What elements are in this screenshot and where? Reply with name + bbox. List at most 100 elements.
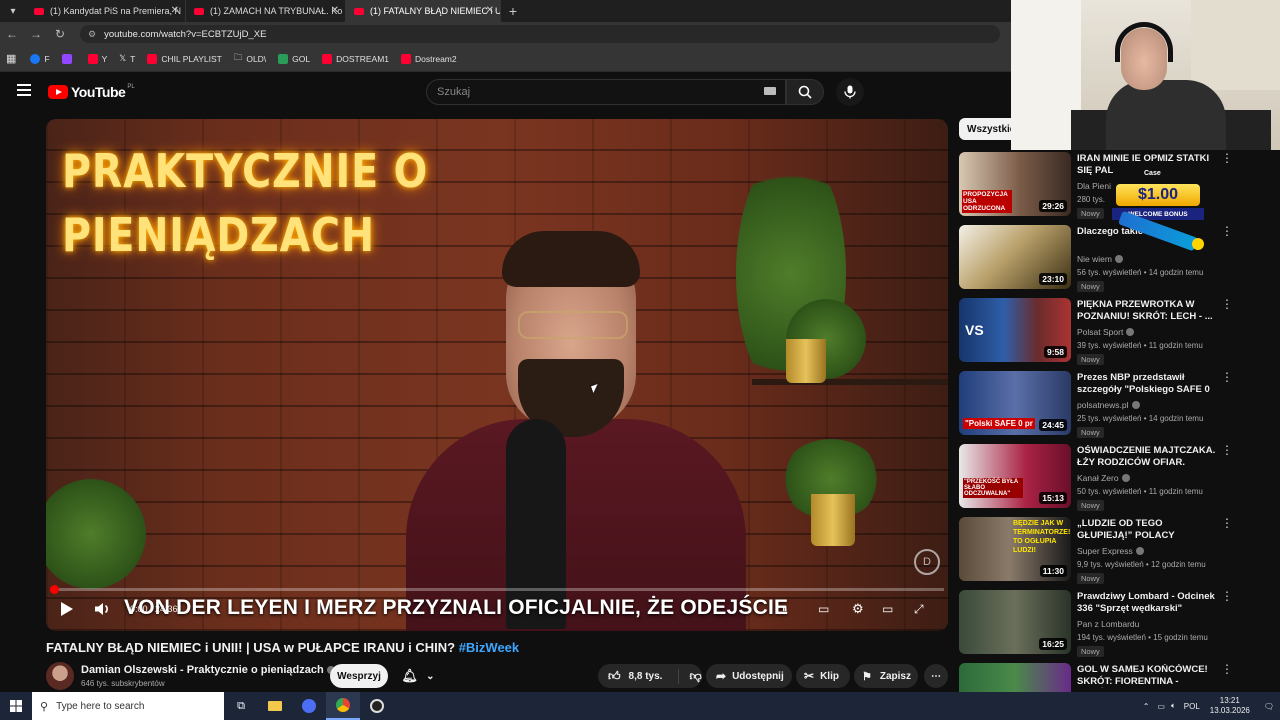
- file-explorer-icon[interactable]: [258, 701, 292, 711]
- tab-close-icon[interactable]: ✕: [486, 5, 494, 16]
- bookmark-dostream2[interactable]: Dostream2: [401, 53, 457, 64]
- video-thumbnail[interactable]: 23:10: [959, 225, 1071, 289]
- clock[interactable]: 13:21 13.03.2026: [1210, 696, 1250, 716]
- video-thumbnail[interactable]: "Polski SAFE 0 pr 24:45: [959, 371, 1071, 435]
- bookmark-dostream1[interactable]: DOSTREAM1: [322, 53, 389, 64]
- play-button[interactable]: [60, 600, 74, 618]
- subtitles-button[interactable]: ▭: [818, 600, 829, 618]
- channel-avatar[interactable]: [46, 662, 74, 690]
- keyboard-icon[interactable]: [764, 87, 776, 95]
- fullscreen-button[interactable]: ⤢: [914, 600, 924, 618]
- obs-icon[interactable]: [360, 699, 394, 713]
- apps-grid-icon[interactable]: ▦: [6, 52, 16, 65]
- channel-name[interactable]: Pan z Lombardu: [1077, 619, 1139, 629]
- bookmark-gol[interactable]: GOL: [278, 53, 310, 64]
- volume-button[interactable]: [94, 600, 112, 618]
- channel-name[interactable]: Dla Pieni: [1077, 181, 1111, 191]
- bookmark-folder-old[interactable]: 🗀 OLD\: [234, 52, 266, 66]
- search-input[interactable]: Szukaj: [426, 79, 786, 105]
- menu-icon[interactable]: [17, 84, 31, 96]
- video-thumbnail[interactable]: [959, 663, 1071, 692]
- bookmark-facebook[interactable]: F: [30, 53, 50, 64]
- save-button[interactable]: ⚑ Zapisz: [854, 664, 918, 688]
- video-thumbnail[interactable]: 16:25: [959, 590, 1071, 654]
- video-title[interactable]: OŚWIADCZENIE MAJTCZAKA. ŁŻY RODZICÓW OFI…: [1077, 445, 1217, 469]
- recommended-video[interactable]: 16:25 Prawdziwy Lombard - Odcinek 336 "S…: [959, 590, 1279, 658]
- chrome-icon[interactable]: [326, 692, 360, 720]
- video-thumbnail[interactable]: "PRZEKOŚĆ BYŁA SŁABO ODCZUWALNA" 15:13: [959, 444, 1071, 508]
- video-title[interactable]: PIĘKNA PRZEWROTKA W POZNANIU! SKRÓT: LEC…: [1077, 299, 1217, 323]
- recommended-video[interactable]: GOL W SAMEJ KOŃCÓWCE! SKRÓT: FIORENTINA …: [959, 663, 1279, 692]
- folder-icon: 🗀: [233, 51, 243, 62]
- new-tab-button[interactable]: +: [501, 3, 525, 19]
- start-button[interactable]: [0, 700, 32, 712]
- notifications-icon[interactable]: 🗨︎: [1264, 702, 1274, 711]
- casino-ad-overlay[interactable]: Case $1.00 WELCOME BONUS: [1108, 158, 1208, 258]
- bookmark-chil-playlist[interactable]: CHIL PLAYLIST: [147, 53, 222, 64]
- more-vert-icon[interactable]: ⋮: [1221, 663, 1233, 675]
- share-button[interactable]: ➦ Udostępnij: [706, 664, 792, 688]
- site-info-icon[interactable]: ⚙: [88, 29, 96, 40]
- channel-name[interactable]: Super Express: [1077, 546, 1144, 556]
- recommended-video[interactable]: "PRZEKOŚĆ BYŁA SŁABO ODCZUWALNA" 15:13 O…: [959, 444, 1279, 512]
- more-vert-icon[interactable]: ⋮: [1221, 590, 1233, 602]
- channel-name[interactable]: polsatnews.pl: [1077, 400, 1140, 410]
- clip-button[interactable]: ✂ Klip: [796, 664, 850, 688]
- taskbar-search-input[interactable]: ⚲ Type here to search: [32, 692, 224, 720]
- url-field[interactable]: ⚙ youtube.com/watch?v=ECBTZUjD_XE: [80, 25, 1000, 43]
- reload-button[interactable]: ↻: [48, 27, 72, 41]
- more-vert-icon[interactable]: ⋮: [1221, 225, 1233, 237]
- video-title[interactable]: Prawdziwy Lombard - Odcinek 336 "Sprzęt …: [1077, 591, 1217, 615]
- recommended-video[interactable]: VS 9:58 PIĘKNA PRZEWROTKA W POZNANIU! SK…: [959, 298, 1279, 366]
- language-indicator[interactable]: POL: [1184, 702, 1200, 711]
- more-vert-icon[interactable]: ⋮: [1221, 371, 1233, 383]
- back-button[interactable]: ←: [0, 27, 24, 41]
- tab-1[interactable]: (1) Kandydat PiS na Premiera, N ✕: [26, 0, 186, 22]
- theater-mode-button[interactable]: ▭: [882, 600, 893, 618]
- dislike-button[interactable]: 👎︎: [678, 668, 702, 684]
- bookmark-x[interactable]: 𝕏T: [119, 53, 135, 64]
- video-title[interactable]: Prezes NBP przedstawił szczegóły "Polski…: [1077, 372, 1217, 396]
- search-button[interactable]: [786, 79, 824, 105]
- video-progress-bar[interactable]: [50, 585, 944, 594]
- tab-close-icon[interactable]: ✕: [331, 5, 339, 16]
- like-button[interactable]: 👍︎ 8,8 tys. 👎︎: [598, 664, 702, 688]
- more-vert-icon[interactable]: ⋮: [1221, 152, 1233, 164]
- support-button[interactable]: Wesprzyj: [330, 664, 388, 688]
- settings-button[interactable]: ⚙: [852, 600, 864, 618]
- channel-name[interactable]: Damian Olszewski - Praktycznie o pieniąd…: [81, 664, 335, 676]
- video-thumbnail[interactable]: VS 9:58: [959, 298, 1071, 362]
- forward-button[interactable]: →: [24, 27, 48, 41]
- youtube-logo[interactable]: YouTube PL: [48, 84, 135, 100]
- video-thumbnail[interactable]: PROPOZYCJA USA ODRZUCONA 29:26: [959, 152, 1071, 216]
- video-player[interactable]: PRAKTYCZNIE O PIENIĄDZACH D VON DER LEYE…: [46, 119, 948, 631]
- app-icon[interactable]: [292, 699, 326, 713]
- channel-watermark-icon[interactable]: D: [914, 549, 940, 575]
- tab-3-active[interactable]: (1) FATALNY BŁĄD NIEMIEC i UN ✕: [346, 0, 501, 22]
- tab-close-icon[interactable]: ✕: [171, 5, 179, 16]
- video-title[interactable]: „LUDZIE OD TEGO GŁUPIEJĄ!” POLACY PRZERA…: [1077, 518, 1217, 542]
- volume-icon[interactable]: 🔈︎: [1171, 701, 1176, 711]
- notifications-button[interactable]: 🔔︎ ⌄: [394, 664, 442, 688]
- channel-name[interactable]: Polsat Sport: [1077, 327, 1135, 337]
- more-actions-button[interactable]: ⋯: [924, 664, 948, 688]
- autoplay-toggle[interactable]: ⏸: [782, 600, 788, 618]
- chevron-up-icon[interactable]: ⌃: [1143, 702, 1150, 711]
- voice-search-button[interactable]: [836, 78, 864, 106]
- network-icon[interactable]: ▭: [1157, 702, 1165, 711]
- task-view-icon[interactable]: ⧉: [224, 700, 258, 713]
- recommended-video[interactable]: BĘDZIE JAK W TERMINATORZE! TO OGŁUPIA LU…: [959, 517, 1279, 585]
- bookmark-twitch[interactable]: [61, 53, 76, 64]
- more-vert-icon[interactable]: ⋮: [1221, 517, 1233, 529]
- channel-name[interactable]: Kanał Zero: [1077, 473, 1130, 483]
- bookmark-youtube[interactable]: Y: [87, 53, 107, 64]
- more-vert-icon[interactable]: ⋮: [1221, 298, 1233, 310]
- recommended-video[interactable]: "Polski SAFE 0 pr 24:45 Prezes NBP przed…: [959, 371, 1279, 439]
- more-vert-icon[interactable]: ⋮: [1221, 444, 1233, 456]
- tab-search-button[interactable]: ▾: [0, 0, 26, 22]
- video-thumbnail[interactable]: BĘDZIE JAK W TERMINATORZE! TO OGŁUPIA LU…: [959, 517, 1071, 581]
- hashtag-link[interactable]: #BizWeek: [459, 640, 519, 655]
- tab-2[interactable]: (1) ZAMACH NA TRYBUNAŁ. Ko ✕: [186, 0, 346, 22]
- video-title[interactable]: GOL W SAMEJ KOŃCÓWCE! SKRÓT: FIORENTINA …: [1077, 664, 1217, 688]
- progress-scrubber[interactable]: [50, 585, 59, 594]
